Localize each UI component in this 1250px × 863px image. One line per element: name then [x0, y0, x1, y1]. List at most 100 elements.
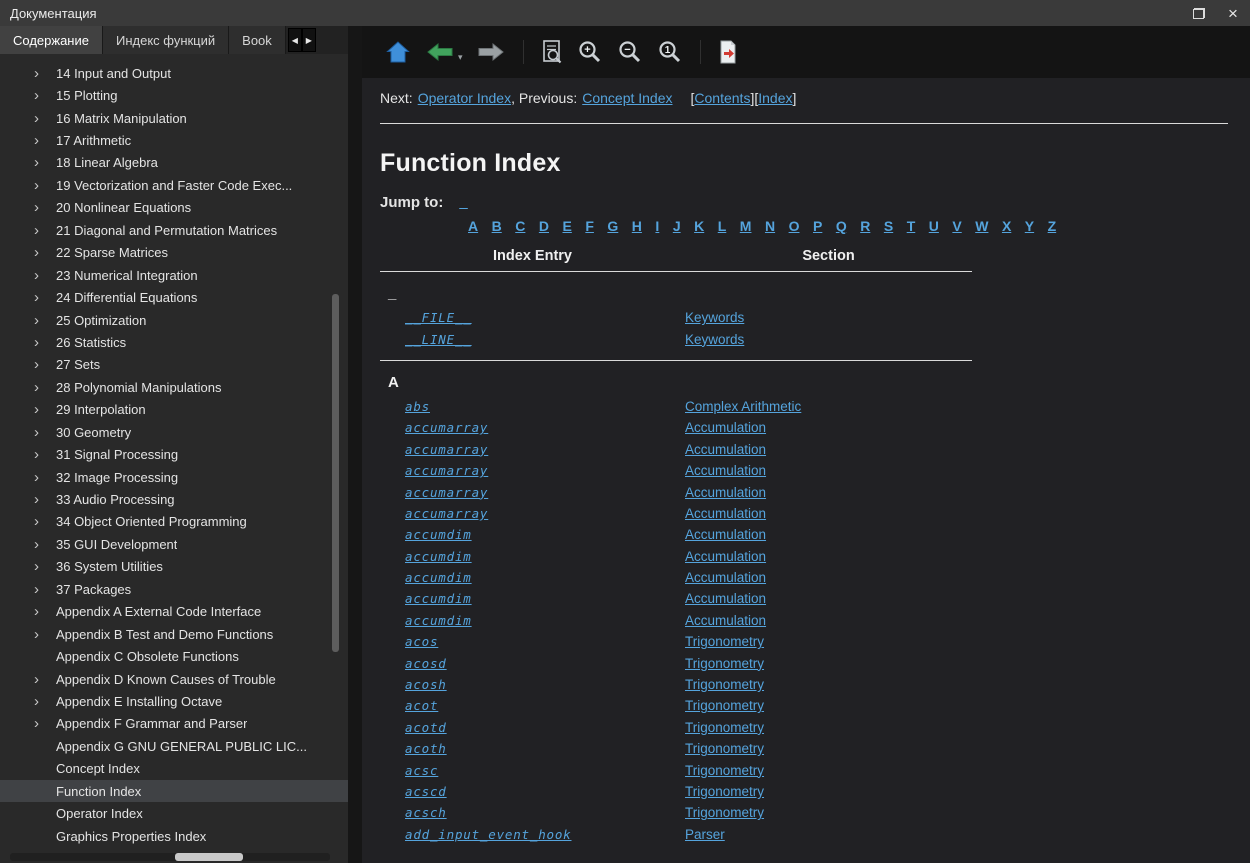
letter-link[interactable]: G — [607, 218, 618, 234]
chevron-right-icon[interactable]: › — [34, 133, 54, 148]
chevron-right-icon[interactable]: › — [34, 245, 54, 260]
tree-item[interactable]: ›34 Object Oriented Programming — [0, 511, 348, 533]
sidebar-splitter[interactable] — [348, 26, 362, 863]
letter-link[interactable]: N — [765, 218, 775, 234]
letter-link[interactable]: F — [585, 218, 594, 234]
chevron-right-icon[interactable]: › — [34, 313, 54, 328]
zoom-original-button[interactable]: 1 — [650, 35, 690, 69]
function-link[interactable]: accumdim — [405, 570, 472, 585]
section-link[interactable]: Accumulation — [685, 591, 766, 606]
chevron-right-icon[interactable]: › — [34, 380, 54, 395]
chevron-right-icon[interactable]: › — [34, 672, 54, 687]
section-link[interactable]: Accumulation — [685, 527, 766, 542]
function-link[interactable]: acosd — [405, 656, 447, 671]
tree-item[interactable]: Operator Index — [0, 802, 348, 824]
letter-link[interactable]: M — [740, 218, 752, 234]
zoom-in-button[interactable]: + — [570, 35, 610, 69]
letter-link[interactable]: L — [718, 218, 727, 234]
chevron-right-icon[interactable]: › — [34, 559, 54, 574]
chevron-right-icon[interactable]: › — [34, 447, 54, 462]
chevron-right-icon[interactable]: › — [34, 155, 54, 170]
restore-button[interactable] — [1182, 0, 1216, 26]
chevron-down-icon[interactable]: ▾ — [458, 52, 463, 63]
letter-link[interactable]: S — [884, 218, 893, 234]
chevron-right-icon[interactable]: › — [34, 88, 54, 103]
find-in-page-button[interactable] — [534, 35, 570, 69]
tree-item[interactable]: ›22 Sparse Matrices — [0, 242, 348, 264]
tree-item[interactable]: Appendix C Obsolete Functions — [0, 645, 348, 667]
tree-item[interactable]: ›20 Nonlinear Equations — [0, 197, 348, 219]
section-link[interactable]: Keywords — [685, 310, 744, 325]
close-button[interactable]: × — [1216, 0, 1250, 26]
letter-link[interactable]: K — [694, 218, 704, 234]
section-link[interactable]: Trigonometry — [685, 656, 764, 671]
letter-link[interactable]: Z — [1048, 218, 1057, 234]
tree-item[interactable]: ›18 Linear Algebra — [0, 152, 348, 174]
tree-item[interactable]: ›Appendix A External Code Interface — [0, 601, 348, 623]
tree-item[interactable]: ›16 Matrix Manipulation — [0, 107, 348, 129]
section-link[interactable]: Complex Arithmetic — [685, 399, 801, 414]
tab-contents[interactable]: Содержание — [0, 26, 103, 54]
nav-contents-link[interactable]: Contents — [694, 90, 750, 106]
chevron-right-icon[interactable]: › — [34, 604, 54, 619]
chevron-right-icon[interactable]: › — [34, 582, 54, 597]
letter-link[interactable]: O — [789, 218, 800, 234]
letter-link[interactable]: C — [515, 218, 525, 234]
section-link[interactable]: Accumulation — [685, 485, 766, 500]
function-link[interactable]: abs — [405, 399, 430, 414]
doc-viewport[interactable]: Next: Operator Index , Previous: Concept… — [362, 78, 1250, 863]
scrollbar-thumb[interactable] — [332, 294, 339, 652]
letter-link[interactable]: V — [952, 218, 961, 234]
chevron-right-icon[interactable]: › — [34, 200, 54, 215]
function-link[interactable]: accumdim — [405, 613, 472, 628]
tree-item[interactable]: ›21 Diagonal and Permutation Matrices — [0, 219, 348, 241]
tree-item[interactable]: ›Appendix B Test and Demo Functions — [0, 623, 348, 645]
function-link[interactable]: accumdim — [405, 527, 472, 542]
letter-link[interactable]: I — [655, 218, 659, 234]
chevron-right-icon[interactable]: › — [34, 492, 54, 507]
chevron-right-icon[interactable]: › — [34, 470, 54, 485]
chevron-right-icon[interactable]: › — [34, 514, 54, 529]
section-link[interactable]: Accumulation — [685, 549, 766, 564]
function-link[interactable]: acoth — [405, 741, 447, 756]
function-link[interactable]: accumarray — [405, 506, 488, 521]
tree-item[interactable]: ›15 Plotting — [0, 84, 348, 106]
letter-link[interactable]: W — [975, 218, 988, 234]
tree-item[interactable]: ›23 Numerical Integration — [0, 264, 348, 286]
function-link[interactable]: accumdim — [405, 549, 472, 564]
section-link[interactable]: Trigonometry — [685, 741, 764, 756]
letter-link[interactable]: J — [673, 218, 681, 234]
section-link[interactable]: Accumulation — [685, 570, 766, 585]
tree-item[interactable]: ›35 GUI Development — [0, 533, 348, 555]
zoom-out-button[interactable]: − — [610, 35, 650, 69]
titlebar[interactable]: Документация × — [0, 0, 1250, 26]
tree-item[interactable]: ›Appendix F Grammar and Parser — [0, 713, 348, 735]
tree-vertical-scrollbar[interactable] — [332, 62, 339, 849]
section-link[interactable]: Accumulation — [685, 420, 766, 435]
tree-item[interactable]: ›27 Sets — [0, 354, 348, 376]
chevron-right-icon[interactable]: › — [34, 425, 54, 440]
tree-item[interactable]: Graphics Properties Index — [0, 825, 348, 847]
tree-item[interactable]: ›29 Interpolation — [0, 399, 348, 421]
tree-item[interactable]: ›Appendix D Known Causes of Trouble — [0, 668, 348, 690]
home-button[interactable] — [378, 36, 418, 68]
chevron-right-icon[interactable]: › — [34, 290, 54, 305]
function-link[interactable]: accumarray — [405, 442, 488, 457]
function-link[interactable]: accumarray — [405, 485, 488, 500]
chevron-right-icon[interactable]: › — [34, 716, 54, 731]
nav-previous-link[interactable]: Concept Index — [582, 90, 672, 106]
chevron-right-icon[interactable]: › — [34, 178, 54, 193]
section-link[interactable]: Keywords — [685, 332, 744, 347]
section-link[interactable]: Parser — [685, 827, 725, 842]
tree-item[interactable]: Function Index — [0, 780, 348, 802]
chevron-right-icon[interactable]: › — [34, 537, 54, 552]
function-link[interactable]: acsc — [405, 763, 438, 778]
function-link[interactable]: accumarray — [405, 420, 488, 435]
tree-item[interactable]: ›31 Signal Processing — [0, 443, 348, 465]
section-link[interactable]: Trigonometry — [685, 634, 764, 649]
function-link[interactable]: acscd — [405, 784, 447, 799]
section-link[interactable]: Trigonometry — [685, 720, 764, 735]
chevron-right-icon[interactable]: › — [34, 694, 54, 709]
tab-scroll-left-button[interactable]: ◀ — [288, 28, 302, 52]
chevron-right-icon[interactable]: › — [34, 627, 54, 642]
